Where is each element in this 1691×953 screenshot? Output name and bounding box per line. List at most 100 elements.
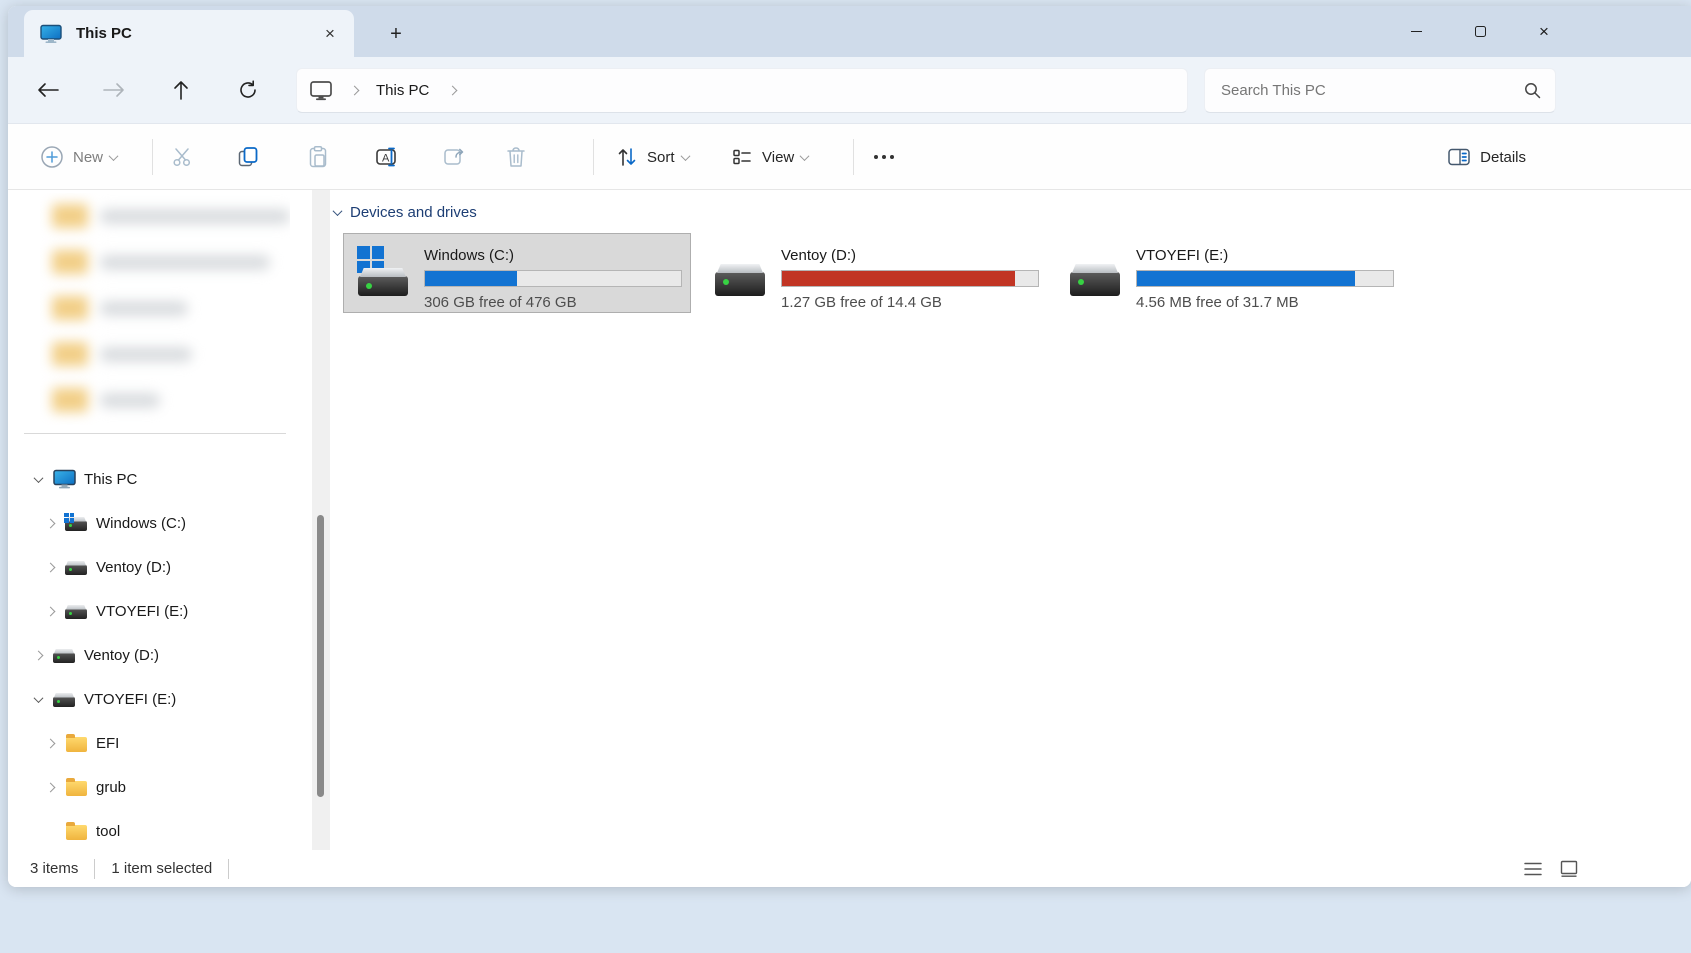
tab-this-pc[interactable]: This PC × xyxy=(24,10,354,57)
breadcrumb-chevron-icon xyxy=(350,86,360,96)
breadcrumb-chevron-icon[interactable] xyxy=(448,86,458,96)
drive-tile-vtoyefi-e[interactable]: VTOYEFI (E:) 4.56 MB free of 31.7 MB xyxy=(1055,233,1403,313)
sidebar-scrollbar[interactable] xyxy=(312,190,330,850)
tree-item-label: Ventoy (D:) xyxy=(96,559,171,576)
search-placeholder: Search This PC xyxy=(1221,82,1524,99)
folder-icon xyxy=(64,734,88,752)
paste-icon xyxy=(306,145,330,169)
chevron-down-icon[interactable] xyxy=(33,473,43,483)
more-options-button[interactable] xyxy=(862,137,906,177)
drive-tile-windows-c[interactable]: Windows (C:) 306 GB free of 476 GB xyxy=(343,233,691,313)
search-box[interactable]: Search This PC xyxy=(1204,68,1556,113)
drive-icon xyxy=(1068,246,1122,300)
large-thumbnails-view-toggle-icon[interactable] xyxy=(1559,860,1579,878)
tree-item-efi[interactable]: EFI xyxy=(8,721,308,765)
details-view-toggle-icon[interactable] xyxy=(1523,861,1543,877)
capacity-bar xyxy=(1136,270,1394,287)
new-button[interactable]: New xyxy=(30,137,127,177)
refresh-button[interactable] xyxy=(229,71,267,109)
sort-button-label: Sort xyxy=(647,149,675,166)
chevron-down-icon[interactable] xyxy=(333,206,343,216)
chevron-down-icon[interactable] xyxy=(33,693,43,703)
copy-icon xyxy=(236,145,260,169)
details-button[interactable]: Details xyxy=(1437,137,1543,177)
paste-button[interactable] xyxy=(296,137,340,177)
tree-item-vtoyefi-e-root[interactable]: VTOYEFI (E:) xyxy=(8,677,308,721)
back-button[interactable] xyxy=(29,71,67,109)
tab-close-icon[interactable]: × xyxy=(316,20,344,48)
minimize-button[interactable] xyxy=(1384,6,1448,57)
view-icon xyxy=(731,146,753,168)
tree-item-vtoyefi-e[interactable]: VTOYEFI (E:) xyxy=(8,589,308,633)
details-pane-icon xyxy=(1447,147,1471,167)
copy-button[interactable] xyxy=(226,137,270,177)
tree-item-windows-c[interactable]: Windows (C:) xyxy=(8,501,308,545)
new-plus-icon xyxy=(40,145,64,169)
up-button[interactable] xyxy=(162,71,200,109)
navigation-pane: This PC Windows (C:) Ventoy (D:) xyxy=(8,190,330,850)
drive-icon xyxy=(64,560,88,575)
drive-icon xyxy=(52,692,76,707)
statusbar-divider xyxy=(228,859,229,879)
chevron-right-icon[interactable] xyxy=(45,782,55,792)
navigation-bar: This PC Search This PC xyxy=(8,57,1691,124)
cut-button[interactable] xyxy=(160,137,204,177)
tree-item-label: Ventoy (D:) xyxy=(84,647,159,664)
breadcrumb-this-pc[interactable]: This PC xyxy=(370,82,435,99)
chevron-right-icon[interactable] xyxy=(45,518,55,528)
share-button[interactable] xyxy=(432,137,476,177)
search-icon[interactable] xyxy=(1524,82,1541,99)
maximize-icon xyxy=(1475,26,1486,37)
pinned-folders-blurred xyxy=(40,193,290,425)
sort-dropdown-chevron-icon xyxy=(680,151,690,161)
selection-count: 1 item selected xyxy=(111,860,212,877)
forward-icon xyxy=(103,82,125,98)
drive-icon xyxy=(64,604,88,619)
capacity-bar-fill xyxy=(782,271,1015,286)
chevron-right-icon[interactable] xyxy=(33,650,43,660)
statusbar-divider xyxy=(94,859,95,879)
forward-button[interactable] xyxy=(95,71,133,109)
svg-text:A: A xyxy=(382,153,390,165)
windows-drive-icon xyxy=(356,246,410,300)
new-button-label: New xyxy=(73,149,103,166)
tree-item-grub[interactable]: grub xyxy=(8,765,308,809)
address-bar[interactable]: This PC xyxy=(296,68,1188,113)
tree-item-label: EFI xyxy=(96,735,119,752)
tree-item-label: VTOYEFI (E:) xyxy=(84,691,176,708)
capacity-bar-fill xyxy=(1137,271,1355,286)
devices-and-drives-header[interactable]: Devices and drives xyxy=(334,204,477,221)
tree-item-ventoy-d[interactable]: Ventoy (D:) xyxy=(8,545,308,589)
breadcrumb-monitor-icon xyxy=(309,80,333,101)
chevron-right-icon[interactable] xyxy=(45,738,55,748)
rename-icon: A xyxy=(375,145,401,169)
minimize-icon xyxy=(1411,31,1422,32)
maximize-button[interactable] xyxy=(1448,6,1512,57)
tree-item-ventoy-d-root[interactable]: Ventoy (D:) xyxy=(8,633,308,677)
folder-icon xyxy=(64,822,88,840)
chevron-right-icon[interactable] xyxy=(45,606,55,616)
close-button[interactable]: × xyxy=(1512,6,1576,57)
rename-button[interactable]: A xyxy=(366,137,410,177)
drive-name: VTOYEFI (E:) xyxy=(1136,247,1394,264)
view-button[interactable]: View xyxy=(721,137,818,177)
tree-item-label: This PC xyxy=(84,471,137,488)
sort-icon xyxy=(616,146,638,168)
tree-item-this-pc[interactable]: This PC xyxy=(8,457,308,501)
folder-icon xyxy=(64,778,88,796)
monitor-icon xyxy=(52,469,76,489)
sort-button[interactable]: Sort xyxy=(606,137,699,177)
new-tab-button[interactable]: + xyxy=(380,18,412,50)
cut-icon xyxy=(170,145,194,169)
tree-item-label: tool xyxy=(96,823,120,840)
tab-title: This PC xyxy=(76,25,316,42)
windows-drive-icon xyxy=(64,516,88,531)
command-toolbar: New A xyxy=(8,124,1691,190)
status-bar: 3 items 1 item selected xyxy=(8,850,1691,887)
chevron-right-icon[interactable] xyxy=(45,562,55,572)
sidebar-scrollbar-thumb[interactable] xyxy=(317,515,324,797)
drive-tile-ventoy-d[interactable]: Ventoy (D:) 1.27 GB free of 14.4 GB xyxy=(700,233,1048,313)
delete-button[interactable] xyxy=(494,137,538,177)
tree-item-tool[interactable]: tool xyxy=(8,809,308,853)
file-explorer-window: This PC × + × xyxy=(8,6,1691,887)
